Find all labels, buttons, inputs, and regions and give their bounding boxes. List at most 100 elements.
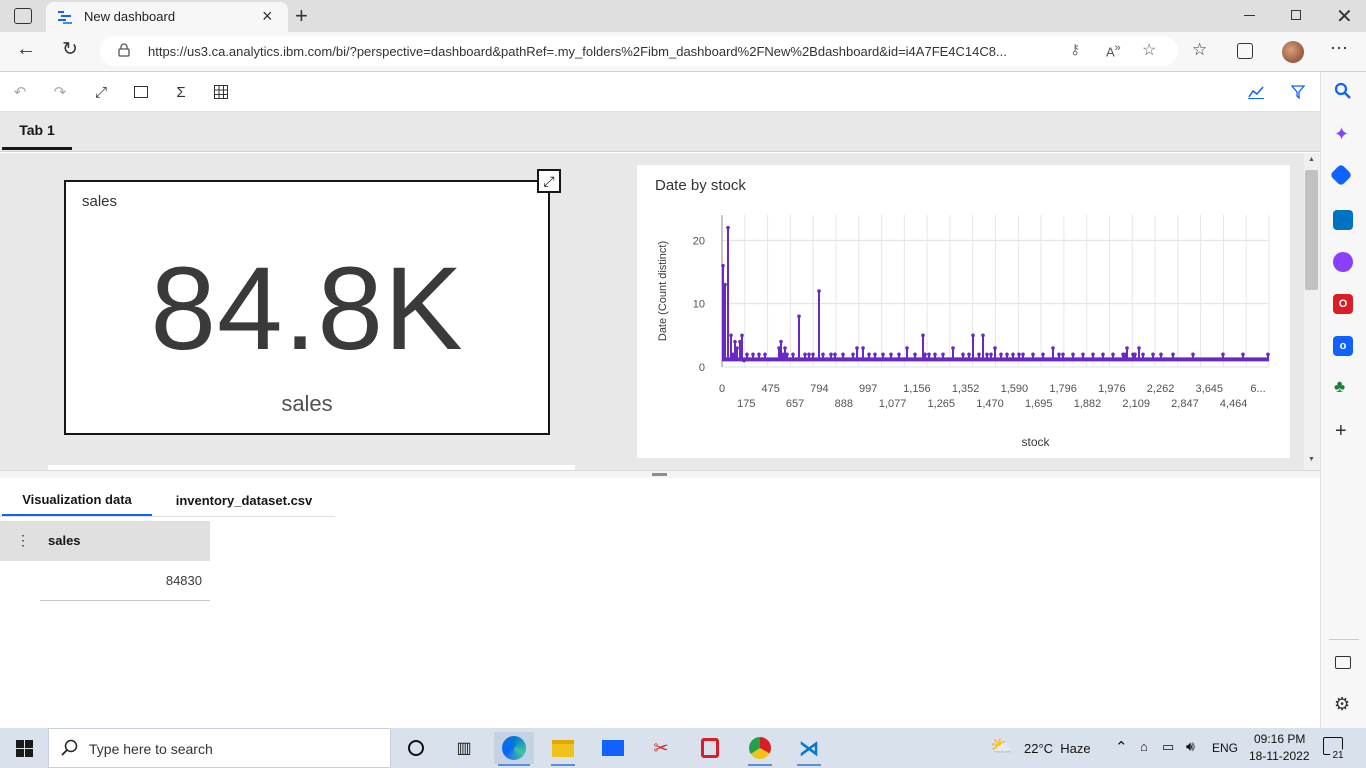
column-header-sales[interactable]: sales [48, 533, 81, 548]
column-menu-icon[interactable]: ⋮ [16, 532, 30, 549]
table-icon[interactable] [209, 80, 233, 104]
y-tick-label: 10 [693, 299, 705, 311]
restore-icon[interactable] [1291, 10, 1301, 20]
search-icon[interactable] [1334, 82, 1352, 103]
data-point [1221, 352, 1225, 357]
scrollbar-thumb[interactable] [1305, 170, 1318, 290]
data-point [1141, 352, 1145, 357]
explorer-indicator [551, 764, 575, 766]
weather-text[interactable]: 22°C Haze [1024, 741, 1091, 756]
back-icon[interactable]: ← [16, 38, 36, 61]
tab-visualization-data[interactable]: Visualization data [2, 484, 152, 516]
vscode-icon[interactable]: ⋊ [789, 732, 829, 764]
favorites-icon[interactable]: ☆ [1192, 40, 1207, 60]
edge-sidebar: ✦ O o ♣ + ⚙ [1320, 72, 1366, 728]
minimize-icon[interactable] [1244, 15, 1255, 16]
add-favorite-icon[interactable]: ☆ [1142, 40, 1156, 60]
text-widget-icon[interactable] [129, 80, 153, 104]
mail-icon[interactable] [593, 732, 633, 764]
shopping-icon[interactable] [1329, 163, 1353, 187]
x-tick-label: 997 [859, 383, 877, 395]
data-point [905, 346, 909, 350]
filter-icon[interactable] [1286, 80, 1310, 104]
undo-icon[interactable]: ↶ [8, 80, 32, 104]
scroll-up-arrow[interactable]: ▲ [1308, 156, 1315, 163]
x-tick-label: 3,645 [1196, 383, 1224, 395]
splitter-grip[interactable] [652, 473, 667, 476]
chrome-indicator [748, 764, 772, 766]
cognos-favicon [58, 10, 74, 24]
show-hidden-icons[interactable]: ⌃ [1115, 738, 1128, 756]
office-icon[interactable]: O [1333, 294, 1353, 314]
file-explorer-icon[interactable] [543, 732, 583, 764]
clock-time[interactable]: 09:16 PM [1254, 732, 1305, 746]
expand-icon[interactable]: ⤢ [89, 80, 113, 104]
weather-icon[interactable]: ⛅ [990, 736, 1012, 757]
data-point [751, 352, 755, 357]
more-menu-icon[interactable]: ⋯ [1330, 38, 1348, 59]
data-point [733, 339, 737, 344]
line-chart: 0 10 20 0 475 794 997 1,156 1,352 1,590 1,796 1,976… [657, 215, 1270, 449]
language-indicator[interactable]: ENG [1212, 741, 1238, 755]
key-icon[interactable]: ⚷ [1070, 41, 1080, 58]
close-window-icon[interactable]: ✕ [1336, 4, 1353, 29]
new-tab-icon[interactable]: + [295, 3, 308, 29]
copilot-icon[interactable]: ✦ [1334, 124, 1349, 145]
read-aloud-icon[interactable]: A» [1106, 42, 1121, 59]
snipping-tool-icon[interactable]: ✂ [641, 732, 681, 764]
outlook-icon[interactable]: o [1333, 336, 1353, 356]
insights-icon[interactable] [1244, 80, 1268, 104]
volume-icon[interactable]: 🔊︎ [1186, 738, 1195, 755]
clock-date[interactable]: 18-11-2022 [1249, 749, 1310, 763]
add-sidebar-icon[interactable]: + [1335, 420, 1347, 443]
data-point [738, 339, 742, 344]
tools-icon[interactable] [1333, 210, 1353, 230]
data-point [833, 352, 837, 357]
data-point [1171, 352, 1175, 357]
data-point [729, 333, 733, 338]
edge-taskbar-icon[interactable] [494, 732, 534, 764]
address-bar[interactable]: https://us3.ca.analytics.ibm.com/bi/?per… [100, 36, 1178, 66]
chart-widget[interactable]: Date by stock 0 10 20 0 475 794 997 1,156 1,352 1… [637, 165, 1290, 458]
profile-avatar[interactable] [1282, 41, 1304, 63]
browser-tab[interactable]: New dashboard × [46, 2, 288, 32]
data-point [1041, 352, 1045, 357]
start-icon[interactable] [16, 740, 33, 760]
tab-title: New dashboard [84, 9, 176, 24]
y-axis-title: Date (Count distinct) [657, 241, 669, 341]
hide-sidebar-icon[interactable] [1335, 656, 1351, 669]
tab-1[interactable]: Tab 1 [2, 112, 72, 150]
kpi-widget[interactable]: sales 84.8K sales [64, 180, 550, 435]
close-tab-icon[interactable]: × [262, 6, 273, 27]
lock-icon[interactable] [118, 43, 130, 57]
redo-icon[interactable]: ↷ [48, 80, 72, 104]
drop-icon[interactable]: ♣ [1334, 377, 1345, 397]
x-tick-label: 1,265 [928, 398, 956, 410]
tab-inventory-dataset[interactable]: inventory_dataset.csv [160, 484, 328, 516]
data-point [889, 352, 893, 357]
data-point [723, 282, 727, 287]
chrome-icon[interactable] [740, 732, 780, 764]
tab-actions-icon[interactable] [14, 8, 32, 24]
data-point [951, 346, 955, 350]
notification-count: 21 [1330, 748, 1346, 764]
settings-icon[interactable]: ⚙ [1334, 694, 1350, 715]
battery-icon[interactable]: ▭ [1162, 739, 1174, 755]
task-view-icon[interactable]: ▥ [444, 732, 484, 764]
data-point [817, 289, 821, 293]
cortana-icon[interactable] [396, 732, 436, 764]
meet-now-icon[interactable]: ⌂ [1140, 739, 1148, 754]
data-point [1051, 346, 1055, 350]
data-point [821, 352, 825, 357]
summary-icon[interactable]: Σ [169, 80, 193, 104]
refresh-icon[interactable]: ↻ [62, 38, 78, 61]
data-point [779, 339, 783, 344]
widget-expand-icon[interactable]: ⤢ [537, 169, 561, 193]
data-point [829, 352, 833, 357]
data-point [993, 346, 997, 350]
collections-icon[interactable] [1237, 43, 1253, 59]
office-taskbar-icon[interactable] [690, 732, 730, 764]
games-icon[interactable] [1333, 252, 1353, 272]
taskbar-search[interactable]: Type here to search [48, 728, 391, 768]
scroll-down-arrow[interactable]: ▼ [1308, 456, 1315, 463]
